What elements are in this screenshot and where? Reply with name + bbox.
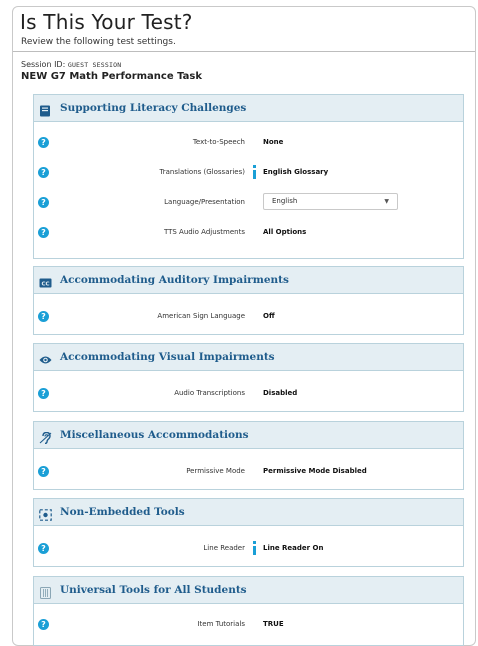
setting-row-translations: ? Translations (Glossaries) English Glos… xyxy=(34,158,463,188)
svg-text:CC: CC xyxy=(41,281,49,287)
help-icon[interactable]: ? xyxy=(38,466,49,477)
setting-row-tts-audio: ? TTS Audio Adjustments All Options xyxy=(34,218,463,248)
setting-label: American Sign Language xyxy=(157,312,245,320)
setting-row-line-reader: ? Line Reader Line Reader On xyxy=(34,534,463,564)
setting-value: English Glossary xyxy=(263,168,329,176)
help-icon[interactable]: ? xyxy=(38,388,49,399)
setting-value: None xyxy=(263,138,284,146)
setting-value: Disabled xyxy=(263,389,298,397)
target-icon xyxy=(39,506,52,521)
info-icon[interactable] xyxy=(253,541,256,555)
section-header: Non-Embedded Tools xyxy=(34,499,463,526)
setting-row-language: ? Language/Presentation English ▼ xyxy=(34,188,463,218)
page-title: Is This Your Test? xyxy=(20,10,193,34)
test-name: NEW G7 Math Performance Task xyxy=(21,71,202,82)
setting-row-asl: ? American Sign Language Off xyxy=(34,302,463,332)
help-icon[interactable]: ? xyxy=(38,197,49,208)
chevron-down-icon: ▼ xyxy=(384,198,389,205)
setting-row-text-to-speech: ? Text-to-Speech None xyxy=(34,128,463,158)
section-literacy: Supporting Literacy Challenges ? Text-to… xyxy=(33,94,464,259)
eye-icon xyxy=(39,351,52,364)
setting-value: Permissive Mode Disabled xyxy=(263,467,367,475)
setting-row-permissive-mode: ? Permissive Mode Permissive Mode Disabl… xyxy=(34,457,463,487)
help-icon[interactable]: ? xyxy=(38,137,49,148)
section-title: Miscellaneous Accommodations xyxy=(60,429,249,441)
calculator-icon xyxy=(39,584,52,599)
session-label: Session ID: xyxy=(21,60,66,69)
help-icon[interactable]: ? xyxy=(38,311,49,322)
section-title: Universal Tools for All Students xyxy=(60,584,247,596)
section-miscellaneous: Miscellaneous Accommodations ? Permissiv… xyxy=(33,421,464,490)
help-icon[interactable]: ? xyxy=(38,619,49,630)
section-title: Accommodating Visual Impairments xyxy=(60,351,275,363)
setting-label: Permissive Mode xyxy=(186,467,245,475)
section-header: Universal Tools for All Students xyxy=(34,577,463,604)
setting-label: Language/Presentation xyxy=(164,198,245,206)
ear-icon xyxy=(39,429,52,445)
setting-value: Off xyxy=(263,312,275,320)
closed-caption-icon: CC xyxy=(39,274,52,288)
section-visual: Accommodating Visual Impairments ? Audio… xyxy=(33,343,464,412)
help-icon[interactable]: ? xyxy=(38,167,49,178)
section-header: Miscellaneous Accommodations xyxy=(34,422,463,449)
page-subtitle: Review the following test settings. xyxy=(21,37,176,47)
section-title: Non-Embedded Tools xyxy=(60,506,185,518)
section-auditory: CC Accommodating Auditory Impairments ? … xyxy=(33,266,464,335)
info-icon[interactable] xyxy=(253,165,256,179)
setting-label: Translations (Glossaries) xyxy=(159,168,246,176)
setting-value: TRUE xyxy=(263,620,284,628)
setting-label: Line Reader xyxy=(203,544,245,552)
setting-value: Line Reader On xyxy=(263,544,324,552)
section-title: Supporting Literacy Challenges xyxy=(60,102,247,114)
setting-row-audio-transcriptions: ? Audio Transcriptions Disabled xyxy=(34,379,463,409)
language-select-value: English xyxy=(272,197,298,205)
section-header: CC Accommodating Auditory Impairments xyxy=(34,267,463,294)
setting-label: Audio Transcriptions xyxy=(174,389,245,397)
book-icon xyxy=(39,102,52,117)
help-icon[interactable]: ? xyxy=(38,543,49,554)
language-select[interactable]: English ▼ xyxy=(263,193,398,210)
session-id: GUEST SESSION xyxy=(67,61,122,69)
section-header: Accommodating Visual Impairments xyxy=(34,344,463,371)
setting-label: Item Tutorials xyxy=(197,620,245,628)
section-header: Supporting Literacy Challenges xyxy=(34,95,463,122)
header-divider xyxy=(13,51,475,52)
setting-label: Text-to-Speech xyxy=(192,138,245,146)
session-info: Session ID: GUEST SESSION xyxy=(21,60,121,69)
section-non-embedded-tools: Non-Embedded Tools ? Line Reader Line Re… xyxy=(33,498,464,567)
setting-label: TTS Audio Adjustments xyxy=(163,228,245,236)
setting-value: All Options xyxy=(263,228,307,236)
help-icon[interactable]: ? xyxy=(38,227,49,238)
section-title: Accommodating Auditory Impairments xyxy=(60,274,289,286)
